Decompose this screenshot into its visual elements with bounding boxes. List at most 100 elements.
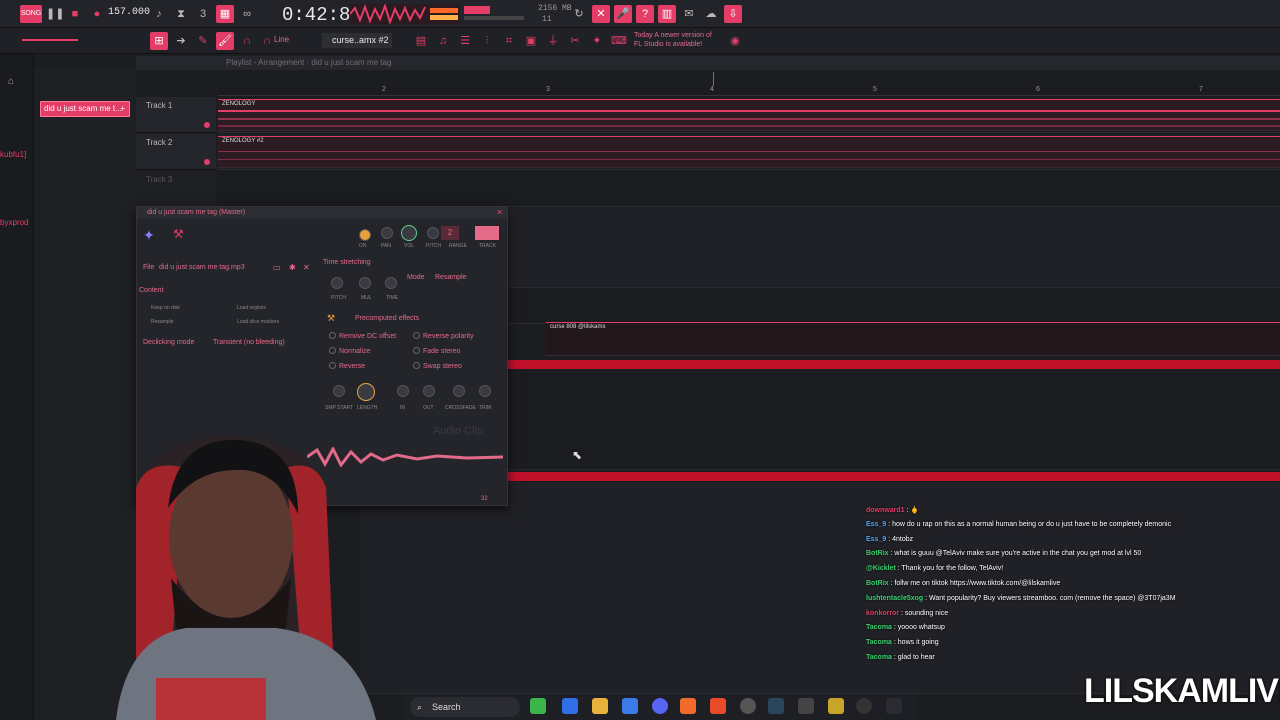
app-icon-3[interactable] — [828, 698, 844, 714]
track-5-lane[interactable] — [508, 288, 1280, 324]
fl-studio-icon[interactable] — [680, 698, 696, 714]
countdown-icon[interactable]: 3 — [194, 5, 212, 23]
browser-icon-left[interactable]: ⌂ — [8, 76, 14, 87]
record-audio-icon[interactable]: ⌨ — [610, 32, 628, 50]
file-explorer-icon[interactable] — [592, 698, 608, 714]
ts-mul-knob[interactable] — [359, 277, 371, 289]
in-knob[interactable] — [397, 385, 409, 397]
track-4-lane[interactable] — [508, 208, 1280, 288]
taskbar-search[interactable]: ⌕ Search — [410, 697, 520, 717]
track-2-led[interactable] — [204, 159, 210, 165]
file-close-icon[interactable]: ✕ — [303, 263, 310, 272]
range-value[interactable]: 2 — [441, 226, 459, 240]
add-icon[interactable]: + — [120, 102, 125, 116]
discord-icon[interactable] — [652, 698, 668, 714]
snap-mode[interactable]: Line — [274, 35, 289, 44]
close-all-icon[interactable]: ✕ — [592, 5, 610, 23]
zenology-2-clip[interactable]: ZENOLOGY #2 — [218, 136, 1280, 168]
fade-stereo-radio[interactable] — [413, 347, 420, 354]
app-icon-5[interactable] — [886, 698, 902, 714]
help-icon[interactable]: ? — [636, 5, 654, 23]
length-knob[interactable] — [357, 383, 375, 401]
mode-selector[interactable]: Resample — [435, 274, 467, 281]
step-edit-icon[interactable]: ▦ — [216, 5, 234, 23]
ts-pitch-knob[interactable] — [331, 277, 343, 289]
remove-dc-label[interactable]: Remove DC offset — [339, 333, 396, 340]
file-name[interactable]: did u just scam me tag.mp3 — [159, 264, 245, 271]
chat-username[interactable]: downward1 — [866, 507, 905, 514]
metronome-icon[interactable]: ♪ — [150, 5, 168, 23]
out-knob[interactable] — [423, 385, 435, 397]
playlist-header[interactable]: Playlist - Arrangement · did u just scam… — [136, 56, 1280, 70]
smp-start-knob[interactable] — [333, 385, 345, 397]
download-icon[interactable]: ⇩ — [724, 5, 742, 23]
chat-username[interactable]: BotRix — [866, 580, 889, 587]
pan-knob[interactable] — [381, 227, 393, 239]
track-1-led[interactable] — [204, 122, 210, 128]
store-icon[interactable] — [622, 698, 638, 714]
channel-title[interactable]: did u just scam me tag (Master) — [137, 207, 507, 219]
steam-icon[interactable] — [768, 698, 784, 714]
resample-option[interactable]: Resample — [151, 319, 174, 325]
reverse-radio[interactable] — [329, 362, 336, 369]
chat-username[interactable]: Tacoma — [866, 639, 892, 646]
snap-icon[interactable]: ⊞ — [150, 32, 168, 50]
track-2-header[interactable]: Track 2 — [136, 134, 216, 170]
chat-username[interactable]: konkorror — [866, 610, 899, 617]
load-slice-markers-option[interactable]: Load slice markers — [237, 319, 279, 325]
channel-rack-icon[interactable]: ⌗ — [500, 32, 518, 50]
normalize-radio[interactable] — [329, 347, 336, 354]
keep-on-disk-option[interactable]: Keep on disk — [151, 305, 180, 311]
record-icon[interactable]: ● — [88, 5, 106, 23]
arrow-right-icon[interactable]: ➔ — [172, 32, 190, 50]
copilot-icon[interactable] — [562, 698, 578, 714]
browser-icon[interactable]: ☰ — [456, 32, 474, 50]
mic-icon[interactable]: 🎤 — [614, 5, 632, 23]
chat-username[interactable]: lushtentacle5xog — [866, 595, 923, 602]
trim-knob[interactable] — [479, 385, 491, 397]
swap-stereo-label[interactable]: Swap stereo — [423, 363, 462, 370]
volume-knob[interactable] — [401, 225, 417, 241]
on-knob[interactable] — [359, 229, 371, 241]
tools-icon[interactable]: ✂ — [566, 32, 584, 50]
track-selector[interactable] — [475, 226, 499, 240]
chat-username[interactable]: Ess_9 — [866, 536, 886, 543]
fade-stereo-label[interactable]: Fade stereo — [423, 348, 460, 355]
app-icon-4[interactable] — [856, 698, 872, 714]
update-notice[interactable]: Today A newer version of FL Studio is av… — [634, 31, 712, 49]
track-1-lane[interactable]: ZENOLOGY — [218, 97, 1280, 133]
folder-icon[interactable]: ▭ — [273, 263, 281, 272]
crossfade-knob[interactable] — [453, 385, 465, 397]
normalize-label[interactable]: Normalize — [339, 348, 371, 355]
pause-icon[interactable]: ❚❚ — [46, 5, 64, 23]
track-6-lane[interactable] — [508, 370, 1280, 470]
reverse-polarity-label[interactable]: Reverse polarity — [423, 333, 474, 340]
chat-username[interactable]: BotRix — [866, 550, 889, 557]
load-regions-option[interactable]: Load regions — [237, 305, 266, 311]
app-icon-1[interactable] — [530, 698, 546, 714]
remove-dc-radio[interactable] — [329, 332, 336, 339]
brave-icon[interactable] — [710, 698, 726, 714]
pattern-selector[interactable]: curse..amx #2 — [322, 33, 392, 48]
playlist-icon[interactable]: ▤ — [412, 32, 430, 50]
track-3-header[interactable]: Track 3 — [136, 171, 216, 207]
track-1-header[interactable]: Track 1 — [136, 97, 216, 133]
magnet-icon[interactable]: ∩ — [238, 32, 256, 50]
piano-roll-icon[interactable]: ♫ — [434, 32, 452, 50]
chat-username[interactable]: Tacoma — [866, 624, 892, 631]
chat-username[interactable]: @Kicklet — [866, 565, 896, 572]
reverse-label[interactable]: Reverse — [339, 363, 365, 370]
wand-icon[interactable]: ✦ — [588, 32, 606, 50]
stop-icon[interactable]: ■ — [66, 5, 84, 23]
curse-808-clip[interactable]: curse 808 @lilskamx — [546, 322, 1280, 356]
pencil-icon[interactable]: ✎ — [194, 32, 212, 50]
obs-icon[interactable] — [740, 698, 756, 714]
loop-record-icon[interactable]: ∞ — [238, 5, 256, 23]
track-2-lane[interactable]: ZENOLOGY #2 — [218, 134, 1280, 170]
song-mode-button[interactable]: SONG — [20, 5, 42, 23]
track-3-lane[interactable] — [218, 171, 1280, 207]
wrench-tab-icon[interactable]: ⚒ — [173, 227, 184, 241]
plugin-icon[interactable]: ▣ — [522, 32, 540, 50]
mixer-faders-icon[interactable]: ⫶ — [478, 32, 496, 50]
plug-icon[interactable]: ⏚ — [544, 32, 562, 50]
